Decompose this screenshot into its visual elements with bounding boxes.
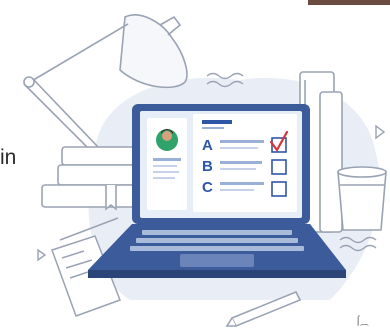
option-letter: B	[202, 158, 213, 175]
option-line	[220, 189, 254, 191]
cropped-heading-text: in	[0, 146, 17, 169]
trackpad	[180, 254, 254, 267]
quiz-heading-line	[202, 127, 224, 129]
keyboard	[130, 230, 304, 251]
option-line	[220, 168, 256, 170]
option-letter: C	[202, 179, 213, 196]
profile-line	[153, 177, 175, 179]
profile-line	[153, 171, 179, 173]
laptop-front-edge	[88, 270, 346, 278]
signature-mark: ⌠⁔	[355, 315, 368, 325]
option-letter: A	[202, 137, 213, 154]
coffee-cup-icon	[337, 166, 387, 231]
profile-line	[153, 158, 181, 161]
profile-line	[153, 165, 177, 167]
option-line	[220, 182, 264, 185]
cropped-photo-edge	[308, 0, 390, 5]
online-quiz-illustration: A B C	[23, 14, 387, 328]
option-line	[220, 147, 258, 149]
play-arrow-icon	[375, 124, 386, 140]
quiz-heading-line	[202, 120, 232, 124]
play-arrow-icon-small	[37, 248, 47, 262]
option-line	[220, 161, 262, 164]
avatar-icon	[156, 129, 178, 151]
illustration-scene: A B C in ⌠⁔	[0, 0, 390, 330]
option-line	[220, 140, 264, 143]
